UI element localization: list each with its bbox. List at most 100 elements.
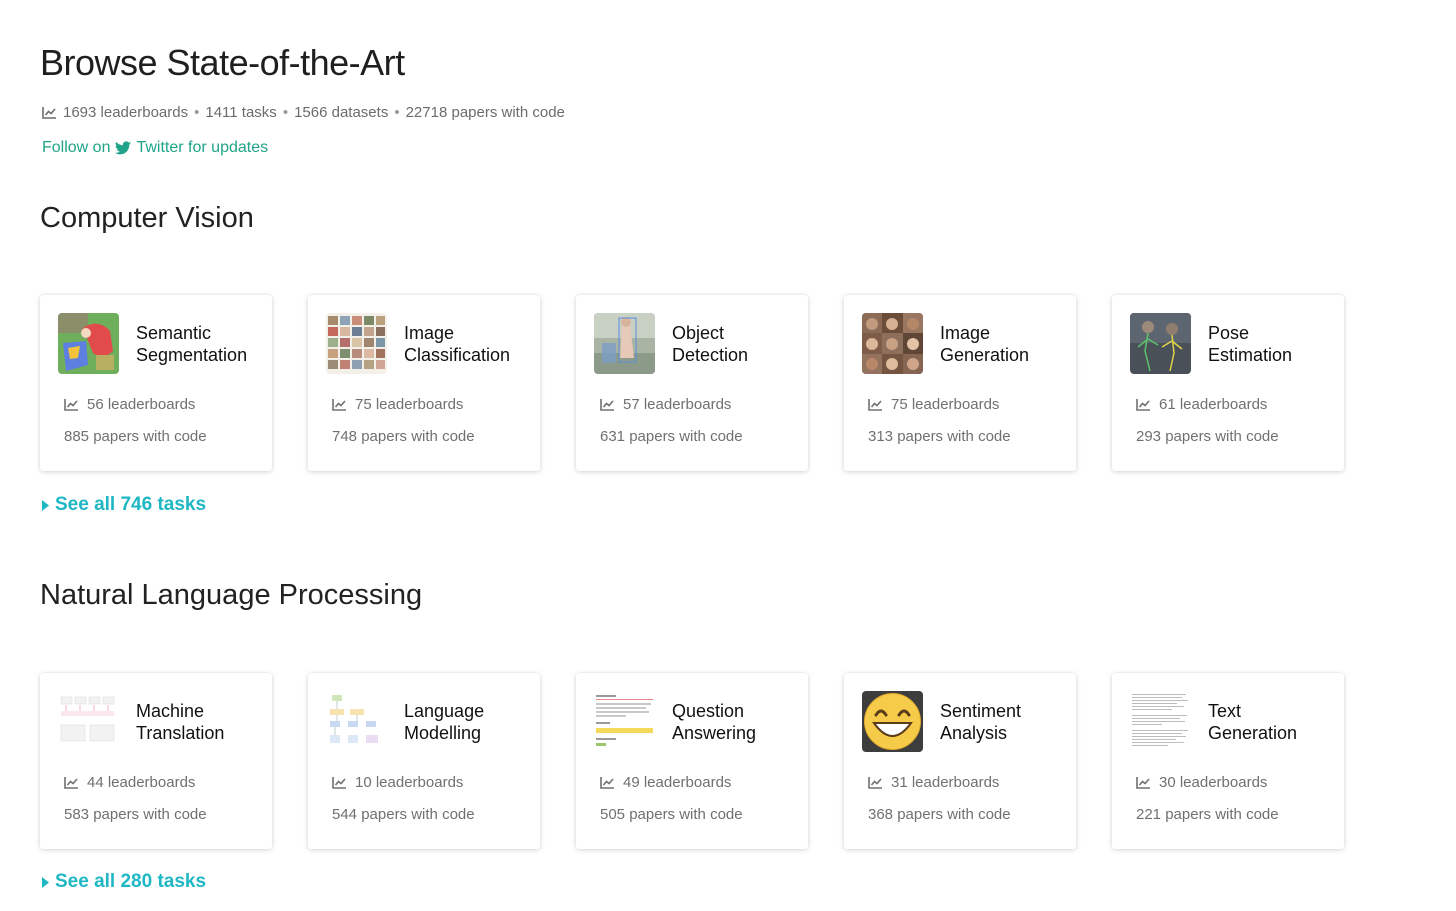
task-thumbnail bbox=[1130, 691, 1191, 752]
see-all-tasks-nlp[interactable]: See all 280 tasks bbox=[42, 871, 206, 893]
task-title: Text Generation bbox=[1208, 700, 1338, 744]
stat-datasets: 1566 datasets bbox=[294, 104, 389, 121]
task-title-line2: Detection bbox=[672, 345, 749, 365]
task-thumbnail bbox=[1130, 313, 1191, 374]
leaderboards-label: 30 leaderboards bbox=[1159, 774, 1268, 791]
task-title-line1: Text bbox=[1208, 701, 1242, 721]
papers-count: 583 papers with code bbox=[64, 806, 207, 823]
leaderboards-count: 10 leaderboards bbox=[332, 774, 463, 791]
task-title-line1: Object bbox=[672, 323, 725, 343]
chart-line-icon bbox=[332, 777, 346, 789]
task-thumbnail bbox=[594, 313, 655, 374]
leaderboards-label: 75 leaderboards bbox=[355, 396, 464, 413]
task-title-line1: Language bbox=[404, 701, 485, 721]
task-title-line2: Estimation bbox=[1208, 345, 1293, 365]
task-title-line1: Question bbox=[672, 701, 745, 721]
task-title-line1: Machine bbox=[136, 701, 205, 721]
task-card-object-detection[interactable]: Object Detection 57 leaderboards 631 pap… bbox=[576, 295, 808, 471]
stat-papers: 22718 papers with code bbox=[405, 104, 565, 121]
stat-separator: • bbox=[394, 104, 400, 121]
leaderboards-count: 31 leaderboards bbox=[868, 774, 999, 791]
task-title: Language Modelling bbox=[404, 700, 534, 744]
task-card-pose-estimation[interactable]: Pose Estimation 61 leaderboards 293 pape… bbox=[1112, 295, 1344, 471]
task-title-line1: Pose bbox=[1208, 323, 1250, 343]
leaderboards-count: 56 leaderboards bbox=[64, 396, 195, 413]
task-title-line1: Image bbox=[404, 323, 455, 343]
task-title-line2: Translation bbox=[136, 723, 225, 743]
task-card-image-generation[interactable]: Image Generation 75 leaderboards 313 pap… bbox=[844, 295, 1076, 471]
leaderboards-label: 57 leaderboards bbox=[623, 396, 732, 413]
papers-count: 544 papers with code bbox=[332, 806, 475, 823]
leaderboards-count: 75 leaderboards bbox=[868, 396, 999, 413]
task-card-semantic-segmentation[interactable]: Semantic Segmentation 56 leaderboards 88… bbox=[40, 295, 272, 471]
papers-count: 505 papers with code bbox=[600, 806, 743, 823]
task-title-line1: Semantic bbox=[136, 323, 212, 343]
site-stats: 1693 leaderboards • 1411 tasks • 1566 da… bbox=[42, 104, 565, 121]
task-title-line2: Segmentation bbox=[136, 345, 248, 365]
chart-line-icon bbox=[868, 777, 882, 789]
leaderboards-count: 57 leaderboards bbox=[600, 396, 731, 413]
stat-separator: • bbox=[282, 104, 289, 121]
task-thumbnail bbox=[594, 691, 655, 752]
task-title-line2: Generation bbox=[1208, 723, 1298, 743]
page-title: Browse State-of-the-Art bbox=[40, 42, 405, 83]
task-title-line2: Classification bbox=[404, 345, 511, 365]
task-title: Sentiment Analysis bbox=[940, 700, 1070, 744]
leaderboards-label: 10 leaderboards bbox=[355, 774, 464, 791]
leaderboards-count: 49 leaderboards bbox=[600, 774, 731, 791]
leaderboards-count: 61 leaderboards bbox=[1136, 396, 1267, 413]
leaderboards-label: 61 leaderboards bbox=[1159, 396, 1268, 413]
follow-prefix: Follow on bbox=[42, 139, 111, 156]
chart-line-icon bbox=[868, 399, 882, 411]
task-title: Object Detection bbox=[672, 322, 802, 366]
chart-line-icon bbox=[332, 399, 346, 411]
leaderboards-count: 75 leaderboards bbox=[332, 396, 463, 413]
stat-tasks: 1411 tasks bbox=[205, 104, 277, 121]
stat-leaderboards: 1693 leaderboards bbox=[63, 104, 189, 121]
task-card-text-generation[interactable]: Text Generation 30 leaderboards 221 pape… bbox=[1112, 673, 1344, 849]
chart-line-icon bbox=[1136, 777, 1150, 789]
task-title: Question Answering bbox=[672, 700, 802, 744]
task-thumbnail bbox=[862, 313, 923, 374]
see-all-tasks-computer-vision[interactable]: See all 746 tasks bbox=[42, 494, 206, 516]
twitter-icon bbox=[115, 141, 132, 155]
chart-line-icon bbox=[600, 399, 614, 411]
task-title: Semantic Segmentation bbox=[136, 322, 266, 366]
leaderboards-label: 31 leaderboards bbox=[891, 774, 1000, 791]
task-title: Pose Estimation bbox=[1208, 322, 1338, 366]
follow-link-text: Twitter for updates bbox=[136, 139, 269, 156]
task-title: Image Generation bbox=[940, 322, 1070, 366]
see-all-label: See all 280 tasks bbox=[55, 871, 207, 892]
papers-count: 221 papers with code bbox=[1136, 806, 1279, 823]
task-card-image-classification[interactable]: Image Classification 75 leaderboards 748… bbox=[308, 295, 540, 471]
stat-separator: • bbox=[194, 104, 200, 121]
task-thumbnail bbox=[58, 691, 119, 752]
task-thumbnail bbox=[326, 691, 387, 752]
caret-right-icon bbox=[42, 499, 49, 511]
chart-line-icon bbox=[600, 777, 614, 789]
task-title-line2: Generation bbox=[940, 345, 1030, 365]
task-title-line1: Sentiment bbox=[940, 701, 1022, 721]
task-card-question-answering[interactable]: Question Answering 49 leaderboards 505 p… bbox=[576, 673, 808, 849]
task-card-language-modelling[interactable]: Language Modelling 10 leaderboards 544 p… bbox=[308, 673, 540, 849]
task-thumbnail bbox=[862, 691, 923, 752]
papers-count: 748 papers with code bbox=[332, 428, 475, 445]
task-title-line2: Analysis bbox=[940, 723, 1008, 743]
task-cards-computer-vision: Semantic Segmentation 56 leaderboards 88… bbox=[40, 295, 1344, 471]
task-title-line2: Answering bbox=[672, 723, 757, 743]
papers-count: 631 papers with code bbox=[600, 428, 743, 445]
papers-count: 293 papers with code bbox=[1136, 428, 1279, 445]
task-card-sentiment-analysis[interactable]: Sentiment Analysis 31 leaderboards 368 p… bbox=[844, 673, 1076, 849]
leaderboards-count: 30 leaderboards bbox=[1136, 774, 1267, 791]
papers-count: 885 papers with code bbox=[64, 428, 207, 445]
chart-line-icon bbox=[1136, 399, 1150, 411]
leaderboards-label: 49 leaderboards bbox=[623, 774, 732, 791]
follow-twitter-link[interactable]: Follow on Twitter for updates bbox=[42, 139, 268, 157]
task-card-machine-translation[interactable]: Machine Translation 44 leaderboards 583 … bbox=[40, 673, 272, 849]
chart-line-icon bbox=[64, 777, 78, 789]
task-title: Machine Translation bbox=[136, 700, 266, 744]
papers-count: 313 papers with code bbox=[868, 428, 1011, 445]
task-title: Image Classification bbox=[404, 322, 534, 366]
caret-right-icon bbox=[42, 876, 49, 888]
see-all-label: See all 746 tasks bbox=[55, 494, 207, 515]
